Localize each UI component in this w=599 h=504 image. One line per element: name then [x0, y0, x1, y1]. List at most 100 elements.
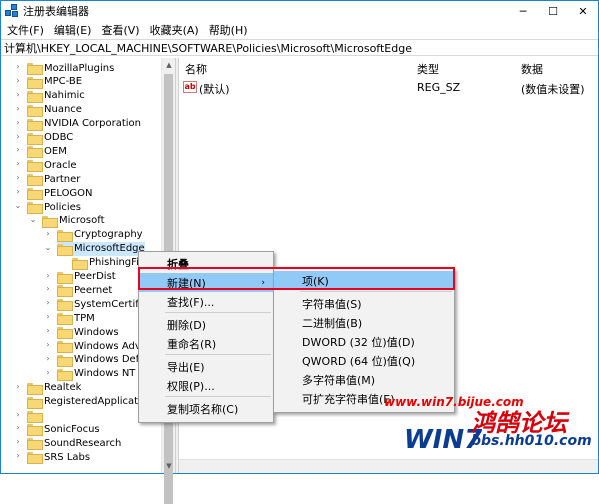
tree-item[interactable]: MozillaPlugins [27, 61, 114, 75]
tree-item[interactable] [27, 409, 44, 423]
submenu-item[interactable]: 二进制值(B) [274, 313, 454, 332]
chevron-right-icon[interactable]: › [13, 423, 23, 432]
registry-editor-window: 注册表编辑器 ─ ☐ ✕ 文件(F) 编辑(E) 查看(V) 收藏夹(A) 帮助… [0, 0, 599, 504]
tree-item[interactable]: SonicFocus [27, 422, 100, 437]
submenu-item-label: 可扩充字符串值(E) [302, 392, 395, 406]
title-bar: 注册表编辑器 ─ ☐ ✕ [1, 1, 598, 21]
tree-item[interactable]: TPM [57, 311, 95, 326]
close-button[interactable]: ✕ [568, 1, 598, 21]
value-row[interactable]: ab (默认) REG_SZ (数值未设置) [179, 80, 598, 96]
highlight-box [138, 267, 455, 290]
chevron-right-icon[interactable]: › [13, 118, 23, 127]
tree-item[interactable]: SRS Labs [27, 450, 90, 465]
chevron-down-icon[interactable]: ⌄ [28, 215, 38, 224]
tree-item[interactable]: Nahimic [27, 89, 85, 103]
chevron-right-icon[interactable]: › [13, 90, 23, 99]
chevron-right-icon[interactable]: › [43, 229, 53, 238]
chevron-right-icon[interactable]: › [43, 340, 53, 349]
chevron-down-icon[interactable]: ⌄ [13, 201, 23, 210]
chevron-right-icon[interactable]: › [13, 145, 23, 154]
tree-item-label: SystemCertific [74, 298, 148, 310]
tree-item[interactable]: PELOGON [27, 186, 93, 201]
value-type: REG_SZ [417, 81, 461, 94]
maximize-button[interactable]: ☐ [538, 1, 568, 21]
context_menu-item[interactable]: 查找(F)... [139, 292, 273, 311]
tree-item[interactable]: OEM [27, 144, 67, 159]
context_menu-item[interactable]: 复制项名称(C) [139, 399, 273, 418]
column-type-header[interactable]: 类型 [417, 61, 439, 77]
folder-icon [57, 341, 73, 353]
chevron-down-icon[interactable]: ⌄ [43, 243, 53, 252]
chevron-right-icon[interactable]: › [13, 173, 23, 182]
chevron-right-icon[interactable]: › [43, 312, 53, 321]
chevron-right-icon[interactable]: › [13, 382, 23, 391]
tree-item[interactable]: Peernet [57, 283, 112, 298]
chevron-right-icon[interactable]: › [13, 451, 23, 460]
tree-item[interactable]: SystemCertific [57, 297, 148, 312]
menu-file[interactable]: 文件(F) [3, 22, 50, 38]
menu-favorites[interactable]: 收藏夹(A) [146, 22, 205, 38]
chevron-right-icon[interactable]: › [13, 159, 23, 168]
menu-help[interactable]: 帮助(H) [205, 22, 254, 38]
tree-item[interactable]: Windows NT [57, 367, 135, 381]
tree-item[interactable]: Policies [27, 200, 81, 214]
folder-icon [27, 188, 43, 201]
tree-item-label: Windows [74, 326, 119, 338]
tree-item[interactable]: PhishingFi [72, 256, 139, 270]
chevron-right-icon[interactable]: › [43, 271, 53, 280]
folder-icon [27, 146, 43, 159]
tree-item[interactable]: Microsoft [42, 214, 105, 228]
tree-item[interactable]: Windows Defe [57, 353, 145, 367]
chevron-right-icon[interactable]: › [43, 354, 53, 363]
tree-item[interactable]: Oracle [27, 158, 77, 173]
tree-item[interactable]: ODBC [27, 131, 73, 145]
tree-item[interactable]: Windows Adv [57, 339, 141, 353]
tree-item[interactable]: Nuance [27, 103, 82, 117]
horizontal-scrollbar[interactable] [179, 459, 598, 473]
scroll-up-icon[interactable]: ▲ [162, 58, 176, 72]
chevron-right-icon[interactable]: › [43, 326, 53, 335]
chevron-right-icon[interactable]: › [13, 410, 23, 419]
tree-item-label: Partner [44, 173, 81, 185]
chevron-right-icon[interactable]: › [13, 187, 23, 196]
tree-item[interactable]: Cryptography [57, 228, 143, 242]
tree-item[interactable]: Realtek [27, 381, 81, 395]
tree-item[interactable]: PeerDist [57, 270, 116, 284]
chevron-right-icon[interactable]: › [43, 298, 53, 307]
tree-item[interactable]: MPC-BE [27, 75, 82, 89]
menu-view[interactable]: 查看(V) [97, 22, 145, 38]
submenu-item[interactable]: 字符串值(S) [274, 294, 454, 313]
folder-icon [27, 438, 43, 451]
column-name-header[interactable]: 名称 [185, 61, 207, 77]
context_menu-item[interactable]: 导出(E) [139, 357, 273, 376]
chevron-right-icon[interactable]: › [13, 104, 23, 113]
chevron-right-icon[interactable]: › [13, 62, 23, 71]
minimize-button[interactable]: ─ [508, 1, 538, 21]
submenu-item[interactable]: 多字符串值(M) [274, 370, 454, 389]
menu-edit[interactable]: 编辑(E) [50, 22, 98, 38]
column-data-header[interactable]: 数据 [521, 61, 543, 77]
folder-icon [57, 285, 73, 298]
tree-item-label: Oracle [44, 159, 77, 171]
tree-item[interactable]: SoundResearch [27, 436, 121, 451]
context_menu-item-label: 查找(F)... [167, 295, 215, 309]
submenu-item[interactable]: QWORD (64 位)值(Q) [274, 351, 454, 370]
tree-item[interactable]: Windows [57, 325, 119, 340]
tree-item[interactable]: NVIDIA Corporation [27, 117, 141, 131]
chevron-right-icon[interactable]: › [43, 368, 53, 377]
tree-item[interactable]: Partner [27, 172, 81, 187]
chevron-right-icon[interactable]: › [13, 76, 23, 85]
submenu-item[interactable]: DWORD (32 位)值(D) [274, 332, 454, 351]
chevron-right-icon[interactable]: › [13, 132, 23, 141]
tree-item-label: OEM [44, 145, 67, 157]
chevron-right-icon[interactable]: › [13, 437, 23, 446]
context_menu-item[interactable]: 删除(D) [139, 315, 273, 334]
folder-icon [27, 132, 43, 145]
tree-item[interactable]: MicrosoftEdge [57, 241, 145, 256]
chevron-right-icon[interactable]: › [43, 284, 53, 293]
context_menu-item[interactable]: 重命名(R) [139, 334, 273, 353]
tree-item-label: TPM [74, 312, 95, 324]
scroll-down-icon[interactable]: ▼ [162, 459, 176, 473]
address-bar[interactable]: 计算机\HKEY_LOCAL_MACHINE\SOFTWARE\Policies… [1, 39, 598, 56]
context_menu-item[interactable]: 权限(P)... [139, 376, 273, 395]
